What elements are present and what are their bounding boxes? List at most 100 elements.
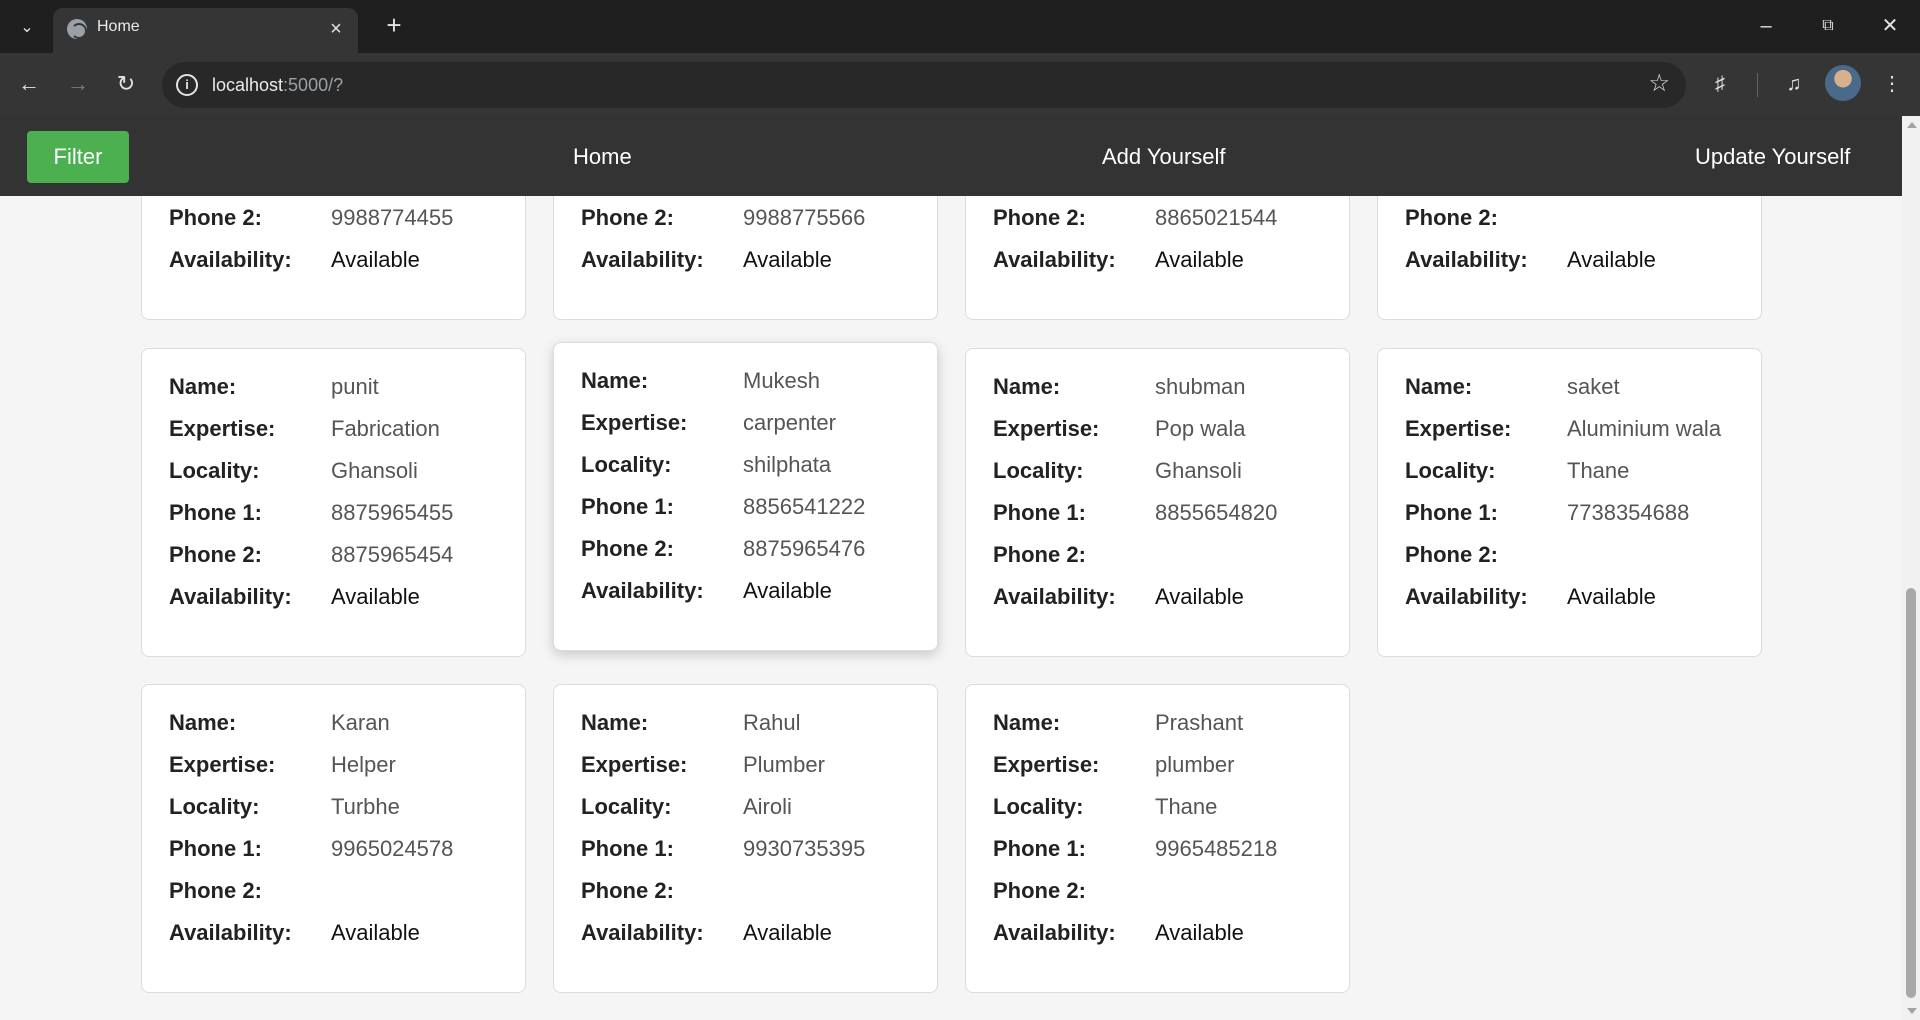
name-value: Prashant — [1155, 710, 1244, 735]
availability-value: Available — [743, 247, 832, 272]
worker-card: Name: punit Expertise: Fabrication Locality:… — [141, 348, 526, 657]
availability-label: Availability: — [581, 578, 704, 603]
name-value: punit — [331, 374, 379, 399]
url-text[interactable]: localhost:5000/? — [212, 75, 343, 96]
toolbar-separator — [1757, 73, 1758, 97]
phone1-value: 8875965455 — [331, 500, 454, 525]
expertise-label: Expertise: — [993, 416, 1100, 441]
phone2-value: 8865021544 — [1155, 205, 1278, 230]
locality-value: Ghansoli — [331, 458, 418, 483]
scrollbar-thumb[interactable] — [1906, 588, 1916, 998]
browser-tabbar: ⌄ Home × + – ⧉ ✕ — [0, 0, 1920, 53]
locality-label: Locality: — [1405, 458, 1496, 483]
name-label: Name: — [993, 710, 1061, 735]
worker-card: Name: saket Expertise: Aluminium wala Locali… — [1377, 348, 1762, 657]
availability-value: Available — [743, 920, 832, 945]
name-label: Name: — [993, 374, 1061, 399]
scroll-down-arrow-icon[interactable] — [1907, 1008, 1917, 1014]
expertise-value: Pop wala — [1155, 416, 1246, 441]
phone1-label: Phone 1: — [169, 836, 262, 861]
availability-value: Available — [743, 578, 832, 603]
filter-button[interactable]: Filter — [27, 131, 129, 183]
phone1-value: 7738354688 — [1567, 500, 1690, 525]
expertise-label: Expertise: — [581, 752, 688, 777]
phone1-label: Phone 1: — [581, 836, 674, 861]
address-bar[interactable]: i localhost:5000/? ☆ — [162, 62, 1686, 108]
availability-value: Available — [331, 920, 420, 945]
url-host: localhost — [212, 75, 284, 95]
page-viewport: Filter Home Add Yourself Update Yourself… — [0, 116, 1920, 1020]
expertise-value: carpenter — [743, 410, 836, 435]
phone2-value: 8875965476 — [743, 536, 866, 561]
media-controls-icon[interactable]: ♫ — [1779, 69, 1809, 99]
nav-link-update-yourself[interactable]: Update Yourself — [1695, 144, 1850, 170]
availability-label: Availability: — [581, 920, 704, 945]
bookmark-star-icon[interactable]: ☆ — [1648, 70, 1670, 98]
tab-search-chevron-down-icon[interactable]: ⌄ — [14, 14, 40, 40]
locality-value: Thane — [1155, 794, 1218, 819]
name-value: saket — [1567, 374, 1620, 399]
phone2-label: Phone 2: — [581, 878, 674, 903]
phone2-label: Phone 2: — [581, 205, 674, 230]
browser-tab[interactable]: Home × — [53, 8, 358, 53]
window-close-icon[interactable]: ✕ — [1867, 10, 1913, 42]
new-tab-plus-icon[interactable]: + — [380, 12, 408, 40]
profile-avatar[interactable] — [1825, 65, 1861, 101]
locality-label: Locality: — [169, 458, 260, 483]
phone2-label: Phone 2: — [169, 205, 262, 230]
locality-value: Turbhe — [331, 794, 400, 819]
nav-link-home[interactable]: Home — [573, 144, 632, 170]
availability-value: Available — [1155, 247, 1244, 272]
phone1-label: Phone 1: — [1405, 500, 1498, 525]
url-path: :5000/? — [283, 75, 344, 95]
worker-card: Name: shubman Expertise: Pop wala Locality: G… — [965, 348, 1350, 657]
reload-icon[interactable]: ↻ — [111, 69, 141, 99]
phone2-label: Phone 2: — [993, 878, 1086, 903]
phone1-value: 9965024578 — [331, 836, 454, 861]
phone2-label: Phone 2: — [993, 205, 1086, 230]
restore-icon[interactable]: ⧉ — [1805, 10, 1851, 42]
name-label: Name: — [169, 710, 237, 735]
scroll-up-arrow-icon[interactable] — [1907, 122, 1917, 128]
name-label: Name: — [581, 710, 649, 735]
back-arrow-icon[interactable]: ← — [14, 69, 44, 99]
availability-value: Available — [1567, 247, 1656, 272]
availability-value: Available — [331, 247, 420, 272]
availability-label: Availability: — [169, 920, 292, 945]
site-info-icon[interactable]: i — [176, 74, 198, 96]
phone2-label: Phone 2: — [581, 536, 674, 561]
browser-toolbar: ← → ↻ i localhost:5000/? ☆ ♯ ♫ ⋮ — [0, 53, 1920, 116]
phone2-label: Phone 2: — [1405, 542, 1498, 567]
nav-link-add-yourself[interactable]: Add Yourself — [1102, 144, 1226, 170]
phone2-label: Phone 2: — [169, 542, 262, 567]
name-value: Karan — [331, 710, 390, 735]
phone2-value: 9988775566 — [743, 205, 866, 230]
forward-arrow-icon[interactable]: → — [63, 69, 93, 99]
site-navbar: Filter Home Add Yourself Update Yourself — [0, 116, 1902, 196]
availability-label: Availability: — [1405, 584, 1528, 609]
phone1-label: Phone 1: — [169, 500, 262, 525]
locality-value: Thane — [1567, 458, 1630, 483]
extensions-puzzle-icon[interactable]: ♯ — [1705, 69, 1735, 99]
availability-value: Available — [1155, 920, 1244, 945]
locality-value: Airoli — [743, 794, 792, 819]
name-label: Name: — [1405, 374, 1473, 399]
locality-label: Locality: — [581, 794, 672, 819]
expertise-value: Fabrication — [331, 416, 440, 441]
minimize-icon[interactable]: – — [1743, 10, 1789, 42]
expertise-label: Expertise: — [1405, 416, 1512, 441]
page-scrollbar[interactable] — [1902, 116, 1920, 1020]
locality-value: shilphata — [743, 452, 832, 477]
phone1-value: 9930735395 — [743, 836, 866, 861]
availability-label: Availability: — [993, 247, 1116, 272]
expertise-value: Aluminium wala — [1567, 416, 1722, 441]
name-label: Name: — [581, 368, 649, 393]
close-tab-icon[interactable]: × — [324, 17, 348, 41]
more-menu-icon[interactable]: ⋮ — [1877, 69, 1907, 99]
locality-value: Ghansoli — [1155, 458, 1242, 483]
locality-label: Locality: — [993, 794, 1084, 819]
name-value: Rahul — [743, 710, 801, 735]
phone1-value: 8856541222 — [743, 494, 866, 519]
availability-label: Availability: — [993, 920, 1116, 945]
availability-label: Availability: — [169, 247, 292, 272]
